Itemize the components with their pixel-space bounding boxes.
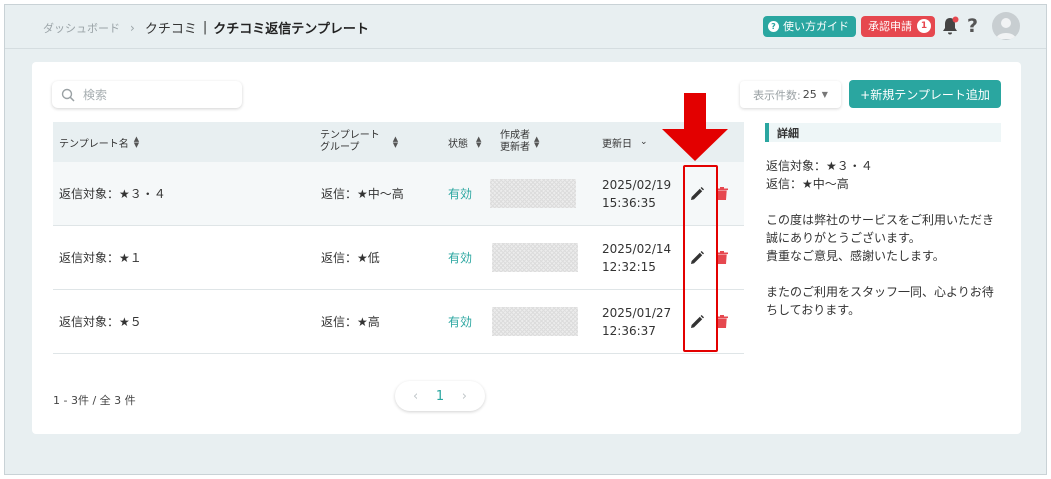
- trash-icon: [716, 315, 728, 328]
- col-header-status-label: 状態: [448, 138, 468, 150]
- updated-date-time: 12:36:37: [602, 323, 656, 338]
- updated-date-day: 2025/01/27: [602, 305, 672, 320]
- trash-icon: [716, 251, 728, 264]
- redacted-author-image: [492, 243, 578, 272]
- template-group: 返信：★中〜高: [321, 187, 404, 201]
- author-cell: [492, 290, 578, 353]
- detail-body-line3: またのご利用をスタッフ一同、心よりお待ちしております。: [766, 285, 994, 317]
- updated-date: 2025/02/14 12:32:15: [602, 226, 671, 289]
- pencil-icon: [691, 314, 704, 328]
- notification-bell-icon[interactable]: [941, 16, 959, 36]
- col-header-updated[interactable]: 更新日 ⌄: [602, 122, 648, 162]
- add-template-button[interactable]: +新規テンプレート追加: [849, 80, 1001, 108]
- updated-date: 2025/02/19 15:36:35: [602, 162, 671, 225]
- col-header-author[interactable]: 作成者 更新者 ▲ ▼: [500, 122, 539, 162]
- col-header-name[interactable]: テンプレート名 ▲ ▼: [59, 122, 139, 162]
- col-header-updated-label: 更新日: [602, 138, 632, 150]
- header-actions: ? 使い方ガイド 承認申請 1 ?: [762, 12, 1020, 40]
- delete-button[interactable]: [716, 290, 728, 353]
- delete-button[interactable]: [716, 162, 728, 225]
- trash-icon: [716, 187, 728, 200]
- pencil-icon: [691, 250, 704, 264]
- detail-group: 返信：★中〜高: [766, 177, 849, 191]
- col-header-status[interactable]: 状態 ▲ ▼: [448, 122, 481, 162]
- per-page-value: 25: [802, 88, 817, 101]
- status-badge: 有効: [448, 315, 473, 329]
- col-header-group-line1: テンプレート: [320, 130, 380, 141]
- edit-button[interactable]: [690, 162, 704, 225]
- col-header-group-line2: グループ: [320, 142, 360, 153]
- breadcrumb-section[interactable]: クチコミ: [145, 18, 197, 37]
- page-number[interactable]: 1: [436, 389, 444, 404]
- breadcrumb-divider: |: [202, 20, 208, 35]
- updated-date-time: 15:36:35: [602, 195, 656, 210]
- detail-body-line1: この度は弊社のサービスをご利用いただき誠にありがとうございます。: [766, 213, 995, 245]
- per-page-label: 表示件数:: [753, 88, 801, 102]
- template-group: 返信：★低: [321, 251, 380, 265]
- template-name: 返信対象：★５: [59, 315, 142, 329]
- question-circle-icon: ?: [767, 20, 779, 32]
- breadcrumb-dashboard[interactable]: ダッシュボード: [43, 20, 120, 36]
- detail-panel-title: 詳細: [765, 123, 1001, 142]
- col-header-name-label: テンプレート名: [59, 138, 129, 150]
- sort-icon: ▲ ▼: [133, 135, 140, 149]
- updated-date: 2025/01/27 12:36:37: [602, 290, 671, 353]
- approval-count-badge: 1: [916, 19, 931, 33]
- search-input[interactable]: [83, 87, 223, 102]
- main-card: 表示件数: 25 ▼ +新規テンプレート追加 テンプレート名 ▲▼ テンプレート…: [32, 62, 1021, 434]
- pagination: ‹ 1 ›: [395, 381, 485, 411]
- per-page-select[interactable]: 表示件数: 25 ▼: [740, 81, 841, 108]
- detail-body-line2: 貴重なご意見、感謝いたします。: [766, 249, 945, 263]
- chevron-down-icon: ⌄: [640, 137, 648, 147]
- template-name: 返信対象：★３・４: [59, 187, 166, 201]
- pencil-icon: [691, 186, 704, 200]
- guide-button-label: 使い方ガイド: [782, 20, 849, 33]
- status-badge: 有効: [448, 187, 473, 201]
- result-count: 1 - 3件 / 全 3 件: [53, 394, 136, 407]
- updated-date-day: 2025/02/14: [602, 241, 672, 256]
- breadcrumb: ダッシュボード › クチコミ | クチコミ返信テンプレート: [43, 18, 369, 37]
- author-cell: [492, 226, 578, 289]
- template-group: 返信：★高: [321, 315, 380, 329]
- redacted-author-image: [490, 179, 576, 208]
- search-box[interactable]: [52, 81, 242, 108]
- annotation-arrow-icon: [662, 93, 728, 161]
- guide-button[interactable]: ? 使い方ガイド: [762, 15, 856, 37]
- chevron-left-icon[interactable]: ‹: [413, 389, 418, 404]
- help-icon[interactable]: ?: [967, 16, 978, 36]
- edit-button[interactable]: [690, 290, 704, 353]
- app-frame: ダッシュボード › クチコミ | クチコミ返信テンプレート ? 使い方ガイド 承…: [4, 4, 1047, 475]
- chevron-right-icon[interactable]: ›: [462, 389, 467, 404]
- caret-down-icon: ▼: [821, 90, 828, 99]
- table-row[interactable]: 返信対象：★５ 返信：★高 有効 2025/01/27 12:36:37: [53, 290, 744, 354]
- updated-date-day: 2025/02/19: [602, 177, 672, 192]
- table-row[interactable]: 返信対象：★１ 返信：★低 有効 2025/02/14 12:32:15: [53, 226, 744, 290]
- redacted-author-image: [492, 307, 578, 336]
- breadcrumb-separator: ›: [130, 20, 135, 35]
- top-header: ダッシュボード › クチコミ | クチコミ返信テンプレート ? 使い方ガイド 承…: [5, 5, 1046, 49]
- col-header-author-line1: 作成者: [500, 130, 530, 141]
- edit-button[interactable]: [690, 226, 704, 289]
- sort-icon: ▲ ▼: [534, 135, 540, 149]
- template-table: テンプレート名 ▲ ▼ テンプレート グループ ▲ ▼ 状態 ▲ ▼ 作成者 更…: [53, 122, 744, 354]
- search-icon: [61, 88, 75, 102]
- detail-panel-body: 返信対象：★３・４ 返信：★中〜高 この度は弊社のサービスをご利用いただき誠にあ…: [766, 157, 1002, 337]
- table-row[interactable]: 返信対象：★３・４ 返信：★中〜高 有効 2025/02/19 15:36:35: [53, 162, 744, 226]
- template-name: 返信対象：★１: [59, 251, 142, 265]
- page-title: クチコミ返信テンプレート: [213, 22, 369, 37]
- updated-date-time: 12:32:15: [602, 259, 656, 274]
- sort-icon: ▲ ▼: [392, 135, 399, 149]
- approval-request-button[interactable]: 承認申請 1: [860, 15, 935, 37]
- table-header: テンプレート名 ▲ ▼ テンプレート グループ ▲ ▼ 状態 ▲ ▼ 作成者 更…: [53, 122, 744, 162]
- user-avatar[interactable]: [992, 12, 1020, 40]
- col-header-group[interactable]: テンプレート グループ ▲ ▼: [320, 122, 398, 162]
- detail-target: 返信対象：★３・４: [766, 159, 873, 173]
- delete-button[interactable]: [716, 226, 728, 289]
- author-cell: [490, 162, 576, 225]
- status-badge: 有効: [448, 251, 473, 265]
- col-header-author-line2: 更新者: [500, 142, 530, 153]
- approval-button-label: 承認申請: [867, 20, 912, 33]
- sort-icon: ▲ ▼: [476, 135, 482, 149]
